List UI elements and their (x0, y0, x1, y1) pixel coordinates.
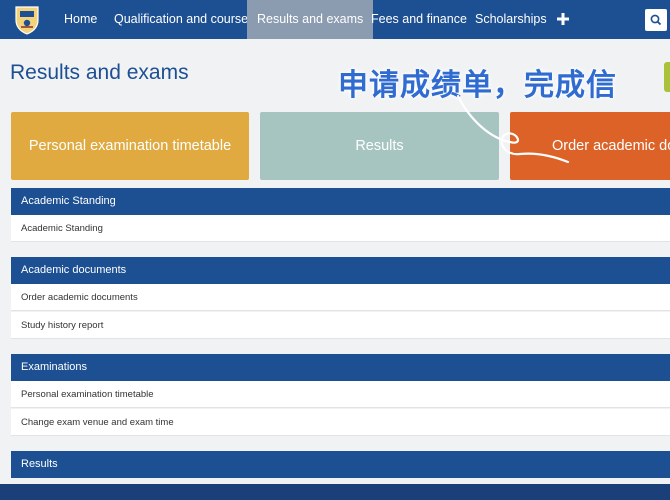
link-academic-standing[interactable]: Academic Standing (11, 215, 670, 242)
university-crest-icon[interactable] (12, 4, 42, 35)
top-nav: Home Qualification and courses Results a… (0, 0, 670, 39)
section-header-examinations: Examinations (11, 354, 670, 381)
page-title: Results and exams (10, 61, 189, 84)
section-header-academic-documents: Academic documents (11, 257, 670, 284)
nav-fees-finance[interactable]: Fees and finance (371, 0, 467, 39)
bottom-bar (0, 484, 670, 500)
link-change-exam-venue[interactable]: Change exam venue and exam time (11, 409, 670, 436)
section-header-results: Results (11, 451, 670, 478)
nav-home[interactable]: Home (64, 0, 97, 39)
link-study-history-report[interactable]: Study history report (11, 312, 670, 339)
section-header-academic-standing: Academic Standing (11, 188, 670, 215)
green-button-edge[interactable] (664, 62, 670, 92)
link-personal-exam-timetable[interactable]: Personal examination timetable (11, 381, 670, 408)
nav-qualification-courses[interactable]: Qualification and courses (114, 0, 254, 39)
tile-personal-exam-timetable[interactable]: Personal examination timetable (11, 112, 249, 180)
nav-results-exams[interactable]: Results and exams (247, 0, 374, 39)
search-button[interactable] (645, 9, 667, 31)
plus-icon[interactable] (556, 12, 570, 26)
link-order-academic-documents[interactable]: Order academic documents (11, 284, 670, 311)
nav-scholarships[interactable]: Scholarships (475, 0, 547, 39)
annotation-scribble (456, 94, 570, 164)
search-icon (650, 14, 662, 26)
